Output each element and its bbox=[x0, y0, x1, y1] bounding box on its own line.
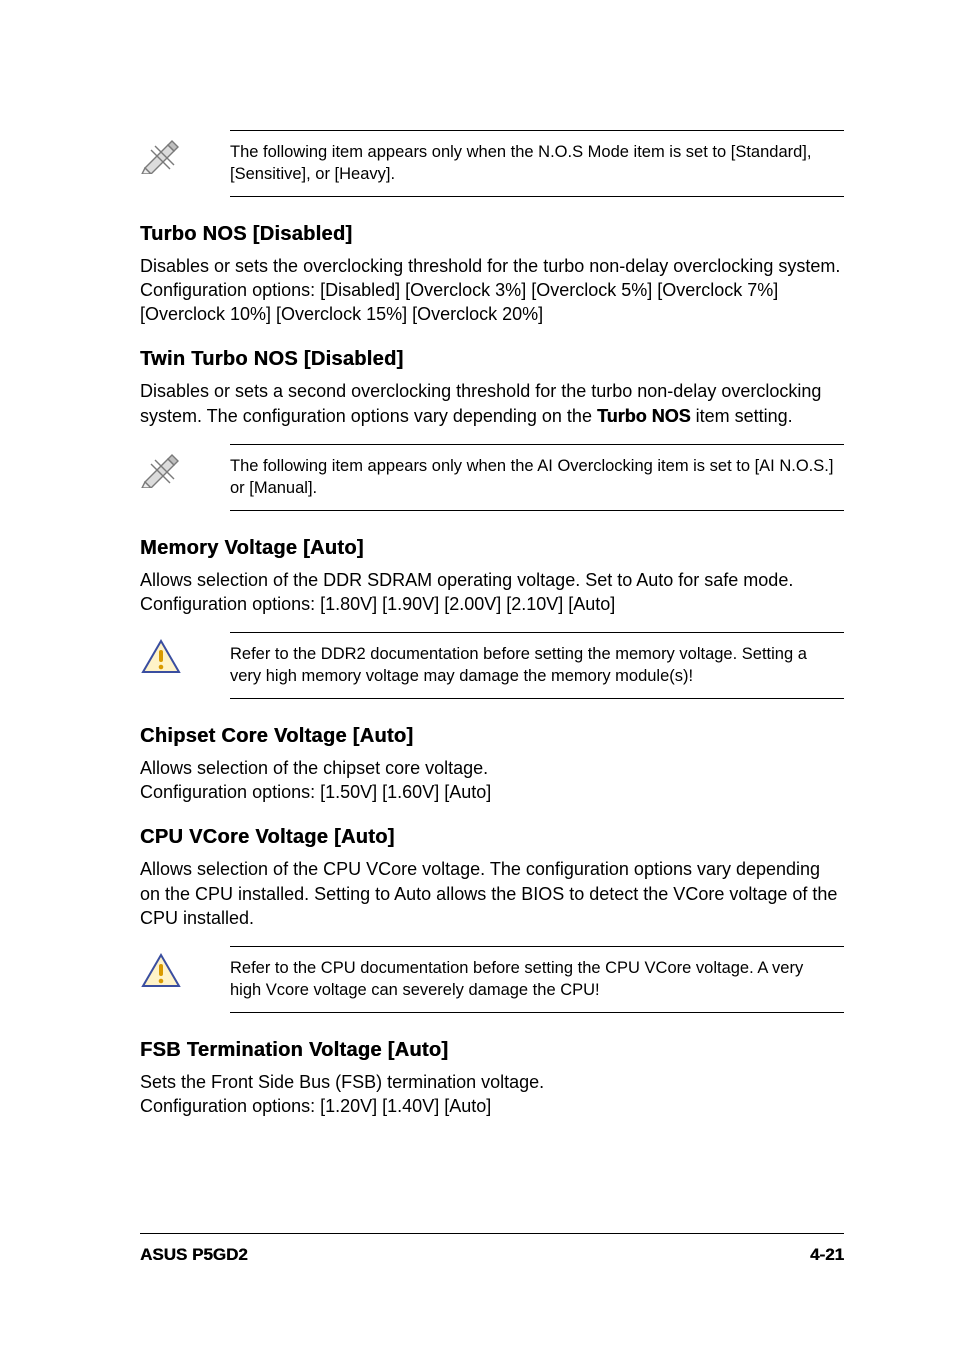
heading-fsb-term: FSB Termination Voltage [Auto] bbox=[140, 1037, 844, 1064]
warning-icon bbox=[140, 946, 230, 990]
body-post: item setting. bbox=[691, 406, 793, 426]
body-chipset-core: Allows selection of the chipset core vol… bbox=[140, 756, 844, 805]
pencil-icon bbox=[140, 130, 230, 174]
pencil-icon bbox=[140, 444, 230, 488]
page-footer: ASUS P5GD2 4-21 bbox=[140, 1233, 844, 1267]
heading-twin-turbo-nos: Twin Turbo NOS [Disabled] bbox=[140, 346, 844, 373]
heading-turbo-nos: Turbo NOS [Disabled] bbox=[140, 221, 844, 248]
note-text: The following item appears only when the… bbox=[230, 130, 844, 197]
warning-text: Refer to the DDR2 documentation before s… bbox=[230, 632, 844, 699]
footer-right: 4-21 bbox=[810, 1244, 844, 1267]
note-text: The following item appears only when the… bbox=[230, 444, 844, 511]
body-turbo-nos: Disables or sets the overclocking thresh… bbox=[140, 254, 844, 327]
warning-block: Refer to the CPU documentation before se… bbox=[140, 946, 844, 1013]
note-block: The following item appears only when the… bbox=[140, 444, 844, 511]
heading-cpu-vcore: CPU VCore Voltage [Auto] bbox=[140, 824, 844, 851]
body-cpu-vcore: Allows selection of the CPU VCore voltag… bbox=[140, 857, 844, 930]
body-fsb-term: Sets the Front Side Bus (FSB) terminatio… bbox=[140, 1070, 844, 1119]
warning-block: Refer to the DDR2 documentation before s… bbox=[140, 632, 844, 699]
warning-text: Refer to the CPU documentation before se… bbox=[230, 946, 844, 1013]
warning-icon bbox=[140, 632, 230, 676]
heading-chipset-core: Chipset Core Voltage [Auto] bbox=[140, 723, 844, 750]
body-memory-voltage: Allows selection of the DDR SDRAM operat… bbox=[140, 568, 844, 617]
body-bold: Turbo NOS bbox=[597, 406, 691, 426]
body-twin-turbo-nos: Disables or sets a second overclocking t… bbox=[140, 379, 844, 428]
heading-memory-voltage: Memory Voltage [Auto] bbox=[140, 535, 844, 562]
footer-left: ASUS P5GD2 bbox=[140, 1244, 248, 1267]
note-block: The following item appears only when the… bbox=[140, 130, 844, 197]
